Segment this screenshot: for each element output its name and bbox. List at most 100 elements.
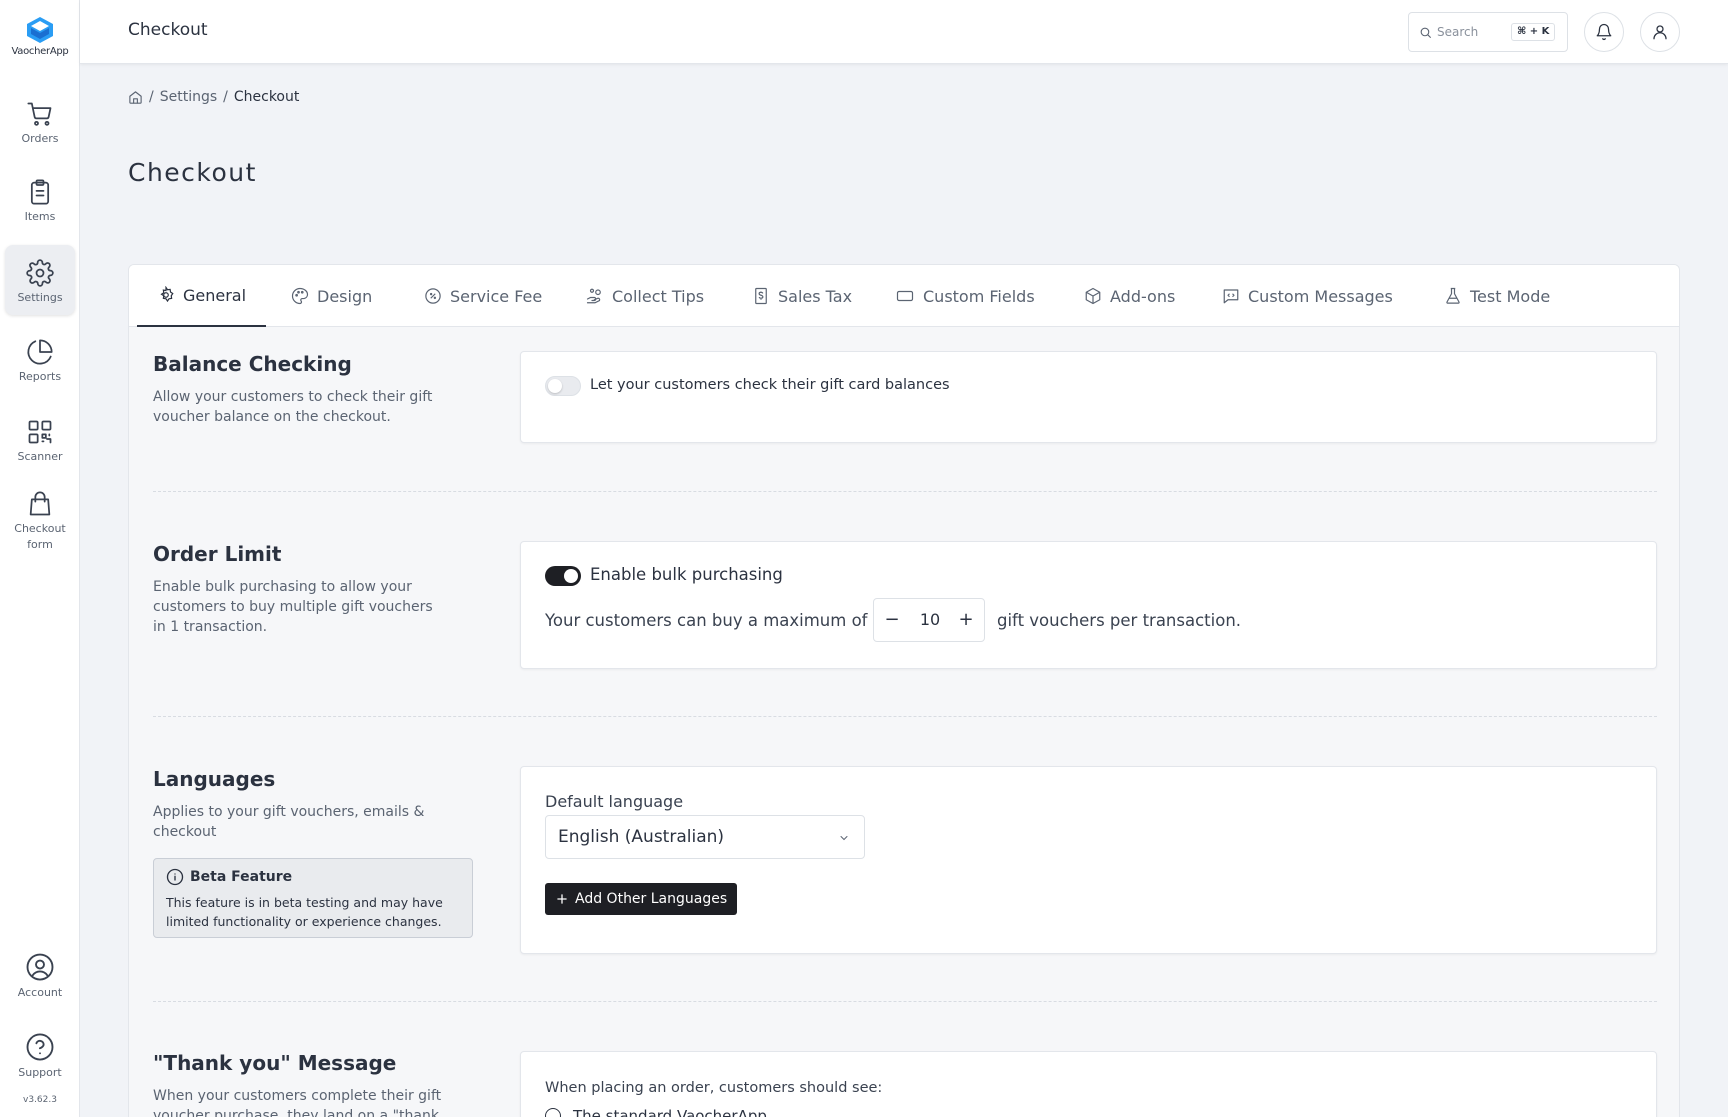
- balance-checking-description: Allow your customers to check their gift…: [153, 389, 433, 425]
- add-other-languages-button[interactable]: Add Other Languages: [545, 883, 738, 915]
- search-box[interactable]: ⌘ + K: [1408, 12, 1568, 52]
- bulk-purchasing-toggle[interactable]: [545, 566, 581, 586]
- user-circle-icon: [26, 953, 54, 981]
- tab-custom-messages[interactable]: Custom Messages: [1202, 265, 1413, 327]
- tab-test-mode[interactable]: Test Mode: [1424, 265, 1570, 327]
- app-logo[interactable]: VaocherApp: [0, 16, 80, 57]
- sidebar-item-label: Orders: [21, 132, 59, 145]
- home-icon[interactable]: [128, 90, 143, 105]
- sidebar-item-scanner[interactable]: Scanner: [5, 404, 75, 474]
- sidebar-item-checkout-form[interactable]: Checkout form: [5, 476, 75, 551]
- chevron-down-icon: [840, 836, 848, 841]
- section-divider: [153, 716, 1657, 717]
- flask-icon: [1446, 287, 1460, 304]
- decrement-button[interactable]: −: [874, 599, 910, 641]
- bell-icon: [1596, 23, 1612, 41]
- palette-icon: [291, 287, 309, 305]
- profile-button[interactable]: [1640, 12, 1680, 52]
- sidebar: VaocherApp Orders Items Settings Reports…: [0, 0, 80, 1117]
- quantity-input[interactable]: [910, 599, 950, 641]
- languages-description: Applies to your gift vouchers, emails & …: [153, 804, 425, 840]
- sidebar-item-support[interactable]: Support: [5, 1018, 75, 1088]
- default-language-select[interactable]: English (Australian): [545, 815, 865, 859]
- clipboard-icon: [30, 179, 50, 205]
- info-icon: [166, 868, 184, 886]
- balance-checking-panel: Let your customers check their gift card…: [520, 351, 1657, 443]
- thank-you-radio-standard[interactable]: [545, 1108, 561, 1117]
- page-title: Checkout: [128, 158, 257, 187]
- max-purchase-suffix: gift vouchers per transaction.: [997, 611, 1242, 630]
- toggle-knob: [564, 569, 578, 583]
- breadcrumb-checkout: Checkout: [233, 89, 300, 105]
- breadcrumb-separator: /: [223, 89, 228, 105]
- order-limit-description: Enable bulk purchasing to allow your cus…: [153, 579, 433, 635]
- beta-feature-title: Beta Feature: [190, 869, 293, 885]
- tab-design[interactable]: Design: [271, 265, 392, 327]
- sidebar-item-settings[interactable]: Settings: [5, 245, 75, 315]
- sidebar-item-reports[interactable]: Reports: [5, 324, 75, 394]
- shortcut-hint: ⌘ + K: [1511, 23, 1556, 41]
- search-input[interactable]: [1437, 25, 1507, 39]
- pie-chart-icon: [27, 339, 53, 365]
- tab-label: Sales Tax: [778, 286, 853, 306]
- thank-you-prompt: When placing an order, customers should …: [545, 1080, 883, 1096]
- tab-add-ons[interactable]: Add-ons: [1064, 265, 1195, 327]
- tab-label: Custom Messages: [1248, 286, 1393, 306]
- languages-title: Languages: [153, 767, 276, 791]
- package-icon: [1085, 287, 1101, 305]
- shopping-bag-icon: [29, 491, 51, 516]
- tab-bar: General Design Service Fee Collect Tips …: [129, 265, 1679, 327]
- tab-label: Custom Fields: [923, 286, 1035, 306]
- qr-scanner-icon: [28, 420, 52, 444]
- default-language-label: Default language: [545, 792, 684, 811]
- tab-label: Collect Tips: [612, 286, 705, 306]
- percent-badge-icon: [425, 288, 441, 304]
- receipt-dollar-icon: [755, 287, 767, 305]
- add-other-languages-label: Add Other Languages: [575, 891, 728, 907]
- balance-check-toggle[interactable]: [545, 376, 581, 396]
- gear-icon: [26, 259, 54, 287]
- tab-collect-tips[interactable]: Collect Tips: [566, 265, 724, 327]
- sidebar-item-label: Account: [17, 986, 63, 999]
- quantity-stepper: − +: [873, 598, 985, 642]
- increment-button[interactable]: +: [948, 599, 984, 641]
- sidebar-item-label: Reports: [18, 370, 62, 383]
- gear-icon: [160, 286, 174, 303]
- cart-icon: [27, 102, 52, 126]
- hand-coins-icon: [586, 288, 601, 304]
- bulk-purchasing-label: Enable bulk purchasing: [590, 565, 783, 584]
- sidebar-item-label: Settings: [17, 291, 63, 304]
- toggle-knob: [548, 379, 562, 393]
- order-limit-title: Order Limit: [153, 542, 282, 566]
- tab-custom-fields[interactable]: Custom Fields: [875, 265, 1055, 327]
- tab-general[interactable]: General: [137, 265, 267, 327]
- tab-label: Service Fee: [450, 286, 543, 306]
- tab-sales-tax[interactable]: Sales Tax: [732, 265, 872, 327]
- sidebar-item-account[interactable]: Account: [5, 938, 75, 1008]
- beta-feature-text: This feature is in beta testing and may …: [166, 895, 443, 929]
- tab-label: Test Mode: [1470, 286, 1551, 306]
- tab-service-fee[interactable]: Service Fee: [404, 265, 562, 327]
- beta-feature-header: Beta Feature: [166, 868, 292, 886]
- topbar: Checkout ⌘ + K: [80, 0, 1728, 64]
- tab-label: Add-ons: [1110, 286, 1176, 306]
- sidebar-item-orders[interactable]: Orders: [5, 86, 75, 156]
- breadcrumb: / Settings / Checkout: [128, 89, 299, 105]
- sidebar-item-items[interactable]: Items: [5, 164, 75, 234]
- notifications-button[interactable]: [1584, 12, 1624, 52]
- app-name: VaocherApp: [11, 46, 69, 57]
- sidebar-item-label: Items: [24, 210, 56, 223]
- balance-check-label: Let your customers check their gift card…: [590, 377, 950, 393]
- breadcrumb-settings[interactable]: Settings: [160, 89, 217, 105]
- logo-icon: [27, 17, 53, 43]
- section-divider: [153, 1001, 1657, 1002]
- sidebar-item-label: Checkout form: [14, 522, 66, 551]
- sidebar-item-label: Scanner: [17, 450, 63, 463]
- default-language-value: English (Australian): [558, 827, 725, 847]
- section-divider: [153, 491, 1657, 492]
- search-icon: [1420, 27, 1431, 38]
- input-field-icon: [896, 290, 914, 302]
- max-purchase-prefix: Your customers can buy a maximum of: [545, 611, 868, 630]
- breadcrumb-separator: /: [149, 89, 154, 105]
- tab-label: Design: [317, 286, 373, 306]
